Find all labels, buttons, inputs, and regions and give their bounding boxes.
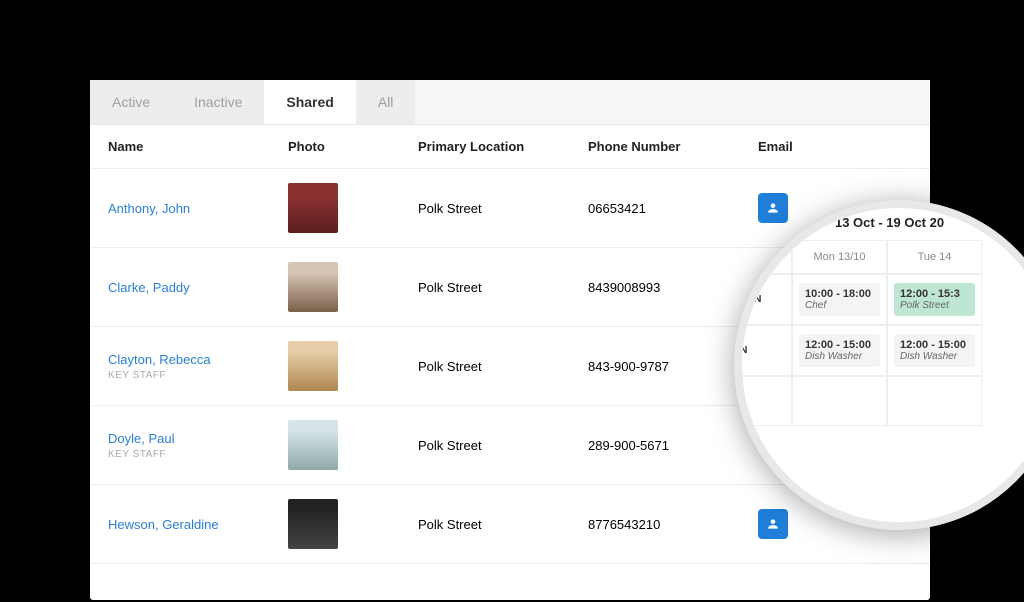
empty-cell[interactable] bbox=[792, 376, 887, 426]
shift-block[interactable]: 10:00 - 18:00Chef bbox=[799, 283, 880, 316]
location-cell: Polk Street bbox=[418, 517, 588, 532]
staff-sublabel: KEY STAFF bbox=[108, 449, 288, 460]
location-cell: Polk Street bbox=[418, 359, 588, 374]
avatar bbox=[288, 499, 338, 549]
shift-block[interactable]: 12:00 - 15:00Dish Washer bbox=[799, 334, 880, 367]
week-label: eek bbox=[780, 215, 801, 230]
shift-time: 12:00 - 15:3 bbox=[900, 288, 960, 300]
phone-cell: 8439008993 bbox=[588, 280, 758, 295]
phone-cell: 289-900-5671 bbox=[588, 438, 758, 453]
tab-all[interactable]: All bbox=[356, 80, 416, 124]
staff-sublabel: KEY STAFF bbox=[108, 370, 288, 381]
avatar bbox=[288, 341, 338, 391]
draft-header: Draft bbox=[734, 240, 792, 274]
person-name: RONAN bbox=[734, 325, 792, 376]
next-week-arrow[interactable]: ▶ bbox=[807, 214, 829, 230]
location-cell: Polk Street bbox=[418, 438, 588, 453]
table-header: Name Photo Primary Location Phone Number… bbox=[90, 125, 930, 169]
shift-block[interactable]: 12:00 - 15:00Dish Washer bbox=[894, 334, 975, 367]
location-cell: Polk Street bbox=[418, 201, 588, 216]
empty-cell[interactable] bbox=[887, 376, 982, 426]
header-phone: Phone Number bbox=[588, 139, 758, 154]
shift-time: 12:00 - 15:00 bbox=[900, 339, 966, 351]
person-name: TINE bbox=[734, 376, 792, 426]
tab-active[interactable]: Active bbox=[90, 80, 172, 124]
schedule-grid: Draft Mon 13/10 Tue 14 GLENNON 10:00 - 1… bbox=[734, 240, 1024, 426]
person-name: GLENNON bbox=[734, 274, 792, 325]
staff-link[interactable]: Clayton, Rebecca bbox=[108, 352, 211, 367]
staff-link[interactable]: Clarke, Paddy bbox=[108, 280, 190, 295]
shift-role: Chef bbox=[805, 300, 874, 311]
header-location: Primary Location bbox=[418, 139, 588, 154]
shift-role: Dish Washer bbox=[900, 351, 969, 362]
phone-cell: 06653421 bbox=[588, 201, 758, 216]
user-icon bbox=[766, 517, 780, 531]
avatar bbox=[288, 262, 338, 312]
header-email: Email bbox=[758, 139, 898, 154]
shift-block[interactable]: 12:00 - 15:3Polk Street bbox=[894, 283, 975, 316]
header-photo: Photo bbox=[288, 139, 418, 154]
date-range: 13 Oct - 19 Oct 20 bbox=[835, 215, 944, 230]
phone-cell: 8776543210 bbox=[588, 517, 758, 532]
staff-link[interactable]: Anthony, John bbox=[108, 201, 190, 216]
shift-time: 12:00 - 15:00 bbox=[805, 339, 871, 351]
tab-inactive[interactable]: Inactive bbox=[172, 80, 264, 124]
header-name: Name bbox=[108, 139, 288, 154]
staff-link[interactable]: Doyle, Paul bbox=[108, 431, 174, 446]
email-button[interactable] bbox=[758, 509, 788, 539]
avatar bbox=[288, 420, 338, 470]
phone-cell: 843-900-9787 bbox=[588, 359, 758, 374]
shift-time: 10:00 - 18:00 bbox=[805, 288, 871, 300]
tabs: Active Inactive Shared All bbox=[90, 80, 930, 125]
shift-role: Dish Washer bbox=[805, 351, 874, 362]
day-header-mon: Mon 13/10 bbox=[792, 240, 887, 274]
tab-shared[interactable]: Shared bbox=[264, 80, 355, 124]
shift-role: Polk Street bbox=[900, 300, 969, 311]
avatar bbox=[288, 183, 338, 233]
day-header-tue: Tue 14 bbox=[887, 240, 982, 274]
location-cell: Polk Street bbox=[418, 280, 588, 295]
staff-link[interactable]: Hewson, Geraldine bbox=[108, 517, 219, 532]
